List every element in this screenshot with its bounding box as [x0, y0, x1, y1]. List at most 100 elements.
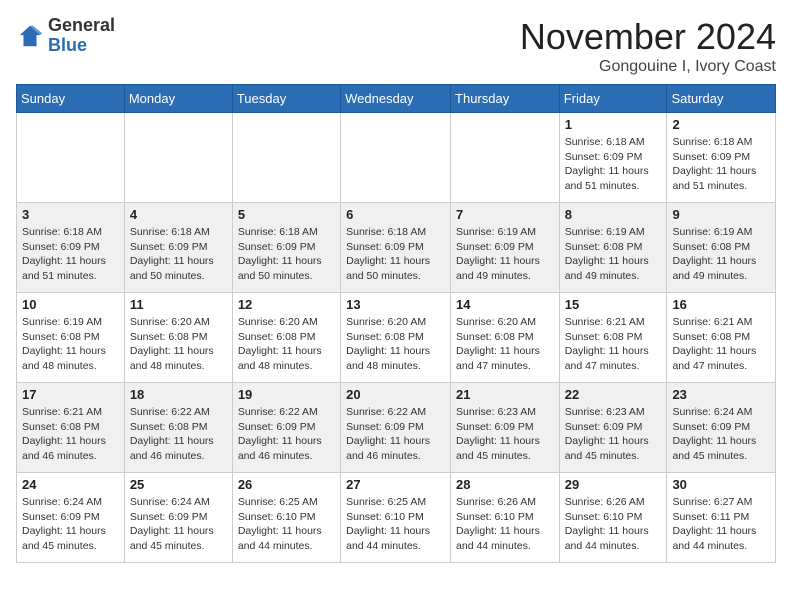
calendar-cell: 11 Sunrise: 6:20 AMSunset: 6:08 PMDayligh…	[124, 293, 232, 383]
day-info: Sunrise: 6:21 AMSunset: 6:08 PMDaylight:…	[672, 315, 770, 374]
calendar-cell: 30 Sunrise: 6:27 AMSunset: 6:11 PMDayligh…	[667, 473, 776, 563]
day-number: 4	[130, 207, 227, 222]
calendar-cell: 7 Sunrise: 6:19 AMSunset: 6:09 PMDaylight…	[451, 203, 560, 293]
calendar-cell: 28Sunrise: 6:26 AMSunset: 6:10 PMDayligh…	[451, 473, 560, 563]
day-number: 27	[346, 477, 445, 492]
day-number: 26	[238, 477, 335, 492]
day-info: Sunrise: 6:25 AMSunset: 6:10 PMDaylight:…	[346, 495, 445, 554]
day-number: 13	[346, 297, 445, 312]
calendar-cell: 21 Sunrise: 6:23 AMSunset: 6:09 PMDayligh…	[451, 383, 560, 473]
weekday-header-sunday: Sunday	[17, 85, 125, 113]
day-number: 30	[672, 477, 770, 492]
day-number: 10	[22, 297, 119, 312]
day-info: Sunrise: 6:27 AMSunset: 6:11 PMDaylight:…	[672, 495, 770, 554]
day-info: Sunrise: 6:21 AMSunset: 6:08 PMDaylight:…	[22, 405, 119, 464]
day-number: 16	[672, 297, 770, 312]
calendar-cell: 12 Sunrise: 6:20 AMSunset: 6:08 PMDayligh…	[232, 293, 340, 383]
day-info: Sunrise: 6:18 AMSunset: 6:09 PMDaylight:…	[346, 225, 445, 284]
weekday-header-row: SundayMondayTuesdayWednesdayThursdayFrid…	[17, 85, 776, 113]
calendar-cell: 26 Sunrise: 6:25 AMSunset: 6:10 PMDayligh…	[232, 473, 340, 563]
day-info: Sunrise: 6:18 AMSunset: 6:09 PMDaylight:…	[22, 225, 119, 284]
calendar-cell	[341, 113, 451, 203]
day-number: 12	[238, 297, 335, 312]
calendar-cell: 8 Sunrise: 6:19 AMSunset: 6:08 PMDaylight…	[559, 203, 667, 293]
page-header: General Blue November 2024 Gongouine I, …	[16, 16, 776, 76]
day-number: 22	[565, 387, 662, 402]
logo-icon	[16, 22, 44, 50]
day-number: 19	[238, 387, 335, 402]
day-number: 6	[346, 207, 445, 222]
day-info: Sunrise: 6:26 AMSunset: 6:10 PMDaylight:…	[565, 495, 662, 554]
day-info: Sunrise: 6:23 AMSunset: 6:09 PMDaylight:…	[456, 405, 554, 464]
calendar-cell: 13Sunrise: 6:20 AMSunset: 6:08 PMDayligh…	[341, 293, 451, 383]
calendar-cell	[124, 113, 232, 203]
day-info: Sunrise: 6:20 AMSunset: 6:08 PMDaylight:…	[130, 315, 227, 374]
calendar-cell: 23Sunrise: 6:24 AMSunset: 6:09 PMDayligh…	[667, 383, 776, 473]
calendar-header: SundayMondayTuesdayWednesdayThursdayFrid…	[17, 85, 776, 113]
location-title: Gongouine I, Ivory Coast	[520, 58, 776, 76]
calendar-table: SundayMondayTuesdayWednesdayThursdayFrid…	[16, 84, 776, 563]
day-number: 5	[238, 207, 335, 222]
calendar-cell: 5 Sunrise: 6:18 AMSunset: 6:09 PMDaylight…	[232, 203, 340, 293]
calendar-cell: 6 Sunrise: 6:18 AMSunset: 6:09 PMDaylight…	[341, 203, 451, 293]
day-info: Sunrise: 6:18 AMSunset: 6:09 PMDaylight:…	[130, 225, 227, 284]
calendar-cell: 2Sunrise: 6:18 AMSunset: 6:09 PMDaylight…	[667, 113, 776, 203]
day-info: Sunrise: 6:18 AMSunset: 6:09 PMDaylight:…	[238, 225, 335, 284]
weekday-header-friday: Friday	[559, 85, 667, 113]
day-number: 2	[672, 117, 770, 132]
calendar-week-4: 17 Sunrise: 6:21 AMSunset: 6:08 PMDayligh…	[17, 383, 776, 473]
day-number: 20	[346, 387, 445, 402]
day-info: Sunrise: 6:23 AMSunset: 6:09 PMDaylight:…	[565, 405, 662, 464]
calendar-cell: 10 Sunrise: 6:19 AMSunset: 6:08 PMDayligh…	[17, 293, 125, 383]
day-info: Sunrise: 6:25 AMSunset: 6:10 PMDaylight:…	[238, 495, 335, 554]
month-title: November 2024	[520, 16, 776, 58]
weekday-header-thursday: Thursday	[451, 85, 560, 113]
day-number: 29	[565, 477, 662, 492]
calendar-cell: 22 Sunrise: 6:23 AMSunset: 6:09 PMDayligh…	[559, 383, 667, 473]
calendar-cell	[451, 113, 560, 203]
day-info: Sunrise: 6:19 AMSunset: 6:08 PMDaylight:…	[565, 225, 662, 284]
day-info: Sunrise: 6:24 AMSunset: 6:09 PMDaylight:…	[130, 495, 227, 554]
calendar-cell	[17, 113, 125, 203]
logo-text: General Blue	[48, 16, 115, 56]
day-number: 14	[456, 297, 554, 312]
day-number: 18	[130, 387, 227, 402]
day-info: Sunrise: 6:21 AMSunset: 6:08 PMDaylight:…	[565, 315, 662, 374]
day-info: Sunrise: 6:19 AMSunset: 6:09 PMDaylight:…	[456, 225, 554, 284]
day-number: 3	[22, 207, 119, 222]
day-info: Sunrise: 6:22 AMSunset: 6:09 PMDaylight:…	[346, 405, 445, 464]
day-info: Sunrise: 6:20 AMSunset: 6:08 PMDaylight:…	[238, 315, 335, 374]
calendar-cell: 29 Sunrise: 6:26 AMSunset: 6:10 PMDayligh…	[559, 473, 667, 563]
day-number: 1	[565, 117, 662, 132]
calendar-cell: 14 Sunrise: 6:20 AMSunset: 6:08 PMDayligh…	[451, 293, 560, 383]
calendar-week-3: 10 Sunrise: 6:19 AMSunset: 6:08 PMDayligh…	[17, 293, 776, 383]
day-number: 23	[672, 387, 770, 402]
day-number: 25	[130, 477, 227, 492]
calendar-cell: 1 Sunrise: 6:18 AMSunset: 6:09 PMDaylight…	[559, 113, 667, 203]
weekday-header-wednesday: Wednesday	[341, 85, 451, 113]
calendar-week-1: 1 Sunrise: 6:18 AMSunset: 6:09 PMDaylight…	[17, 113, 776, 203]
weekday-header-saturday: Saturday	[667, 85, 776, 113]
day-number: 21	[456, 387, 554, 402]
day-number: 8	[565, 207, 662, 222]
day-number: 11	[130, 297, 227, 312]
calendar-cell: 9 Sunrise: 6:19 AMSunset: 6:08 PMDaylight…	[667, 203, 776, 293]
day-info: Sunrise: 6:18 AMSunset: 6:09 PMDaylight:…	[565, 135, 662, 194]
day-number: 17	[22, 387, 119, 402]
day-info: Sunrise: 6:19 AMSunset: 6:08 PMDaylight:…	[672, 225, 770, 284]
calendar-cell: 27 Sunrise: 6:25 AMSunset: 6:10 PMDayligh…	[341, 473, 451, 563]
calendar-cell: 24Sunrise: 6:24 AMSunset: 6:09 PMDayligh…	[17, 473, 125, 563]
weekday-header-monday: Monday	[124, 85, 232, 113]
day-info: Sunrise: 6:20 AMSunset: 6:08 PMDaylight:…	[456, 315, 554, 374]
day-number: 7	[456, 207, 554, 222]
calendar-cell: 20 Sunrise: 6:22 AMSunset: 6:09 PMDayligh…	[341, 383, 451, 473]
calendar-cell: 19 Sunrise: 6:22 AMSunset: 6:09 PMDayligh…	[232, 383, 340, 473]
day-info: Sunrise: 6:19 AMSunset: 6:08 PMDaylight:…	[22, 315, 119, 374]
day-number: 9	[672, 207, 770, 222]
calendar-cell: 17 Sunrise: 6:21 AMSunset: 6:08 PMDayligh…	[17, 383, 125, 473]
day-info: Sunrise: 6:26 AMSunset: 6:10 PMDaylight:…	[456, 495, 554, 554]
calendar-cell: 18Sunrise: 6:22 AMSunset: 6:08 PMDayligh…	[124, 383, 232, 473]
day-info: Sunrise: 6:22 AMSunset: 6:09 PMDaylight:…	[238, 405, 335, 464]
logo: General Blue	[16, 16, 115, 56]
weekday-header-tuesday: Tuesday	[232, 85, 340, 113]
